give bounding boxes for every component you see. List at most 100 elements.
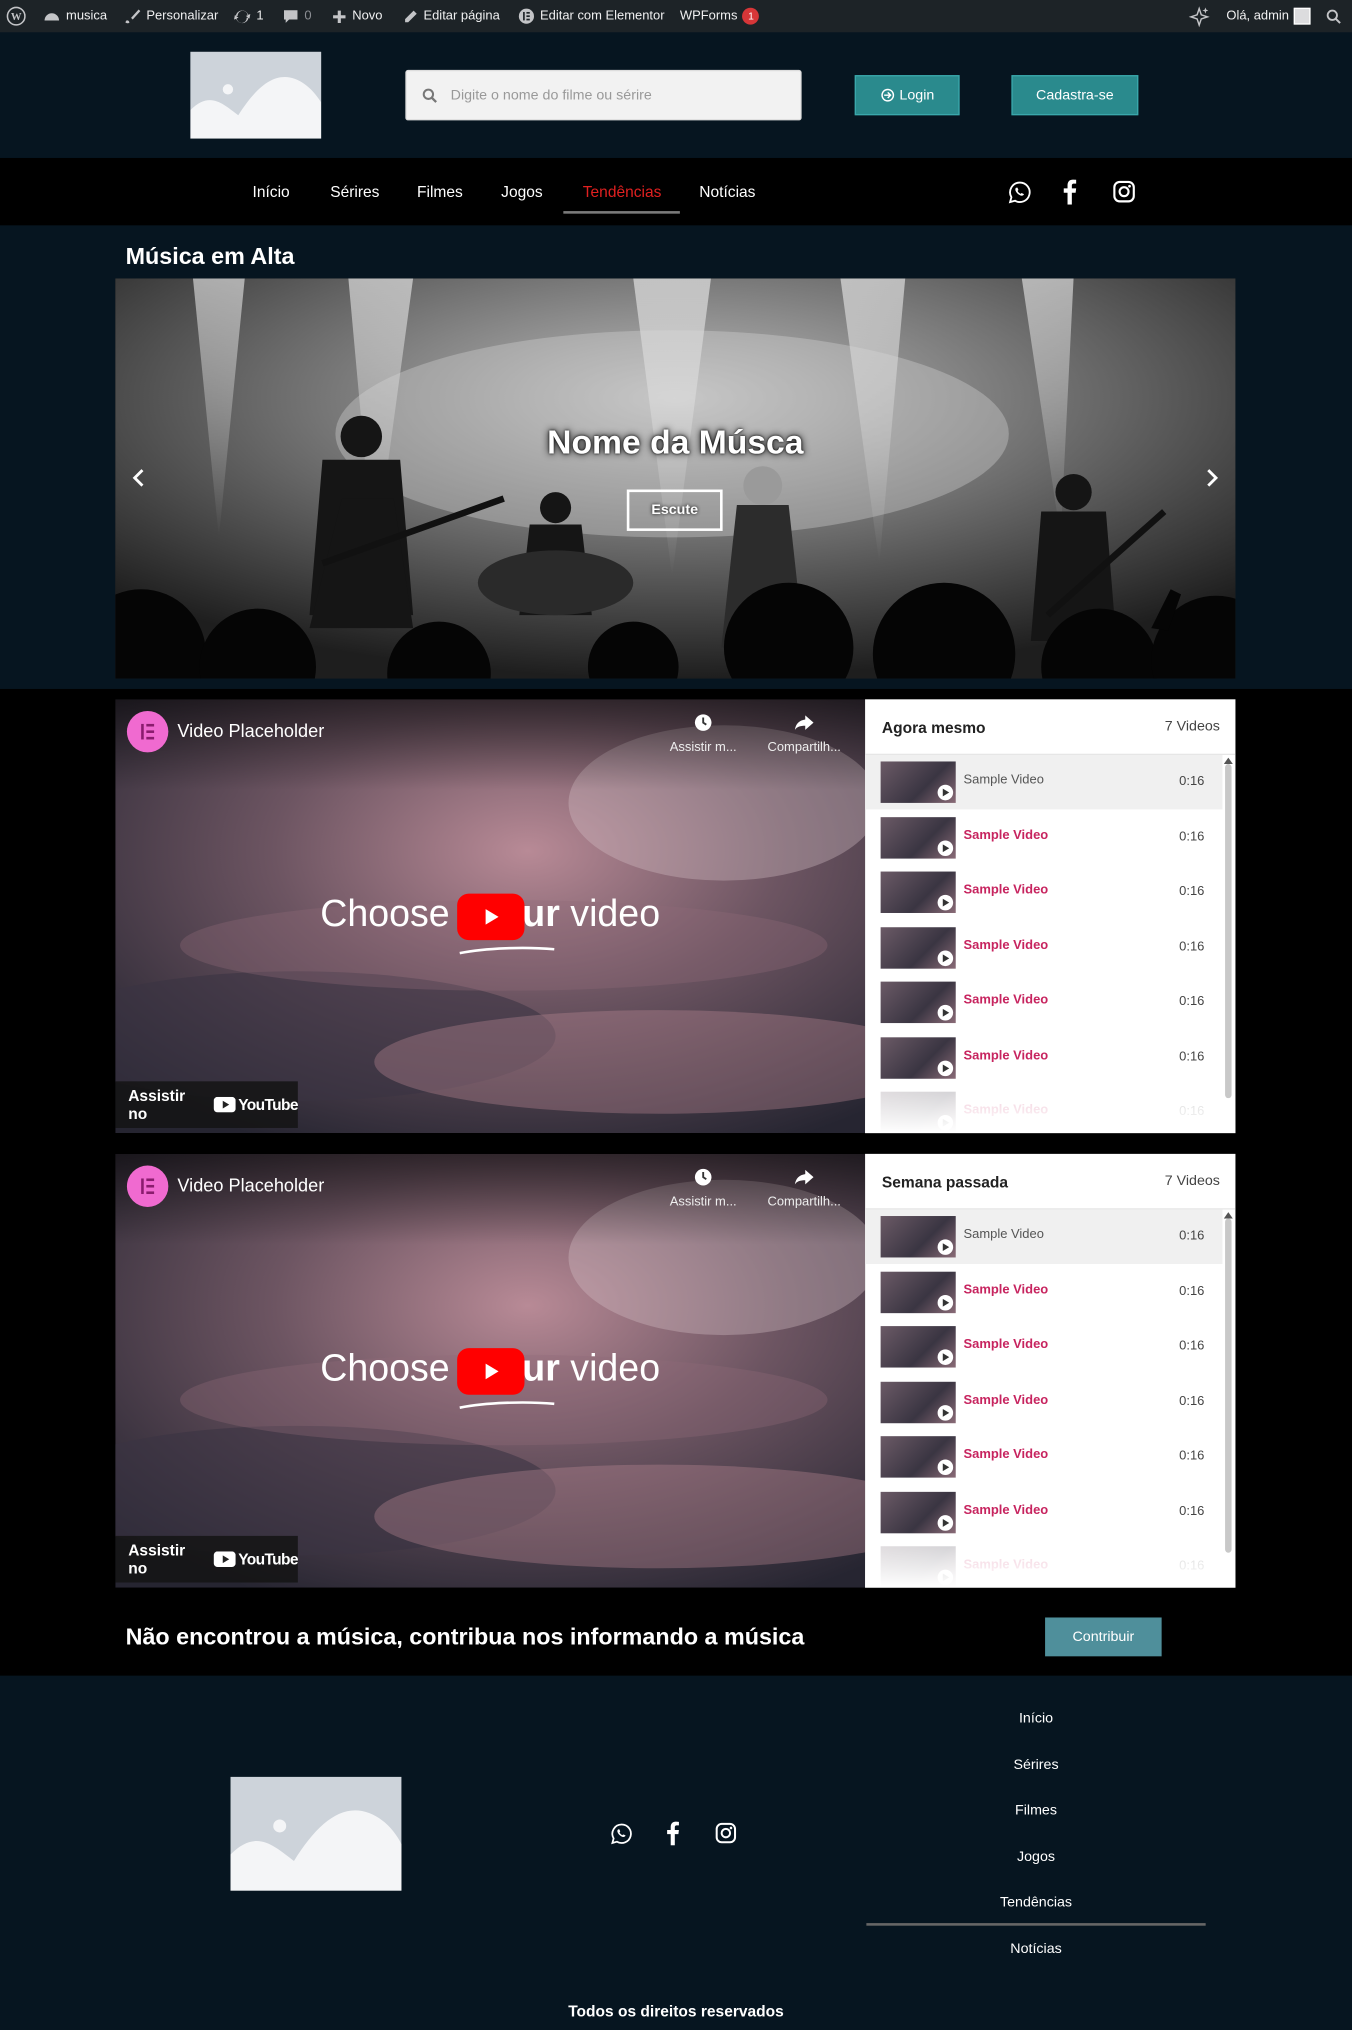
nav-item-serires[interactable]: Sérires xyxy=(330,183,379,201)
ai-sparkle-icon[interactable] xyxy=(1188,0,1210,32)
playlist-item[interactable]: Sample Video 0:16 xyxy=(865,1430,1222,1484)
contribute-button[interactable]: Contribuir xyxy=(1045,1617,1162,1657)
admin-edit-page-label: Editar página xyxy=(423,9,500,24)
hero-slider: Nome da Músca Escute xyxy=(115,278,1236,679)
slider-prev-icon[interactable] xyxy=(131,468,147,489)
youtube-wordmark: YouTube xyxy=(238,1095,298,1114)
playlist-scrollbar[interactable] xyxy=(1225,1218,1232,1553)
youtube-play-button[interactable] xyxy=(457,1348,525,1395)
playlist-item[interactable]: Sample Video 0:16 xyxy=(865,1375,1222,1429)
playlist-item-thumbnail xyxy=(880,1216,956,1258)
playlist-item[interactable]: Sample Video 0:16 xyxy=(865,1485,1222,1539)
playlist-item-thumbnail xyxy=(880,816,956,858)
admin-updates-link[interactable]: 1 xyxy=(233,0,264,32)
watch-later-button[interactable]: Assistir m... xyxy=(657,1167,750,1210)
share-label: Compartilh... xyxy=(767,740,841,755)
playlist-item[interactable]: Sample Video 0:16 xyxy=(865,1265,1222,1319)
footer-instagram-icon[interactable] xyxy=(715,1822,737,1844)
search-box[interactable] xyxy=(405,69,802,121)
playlist-item-title: Sample Video xyxy=(963,883,1049,898)
concert-photo xyxy=(115,278,1236,679)
playlist-item[interactable]: Sample Video 0:16 xyxy=(865,865,1222,919)
search-input[interactable] xyxy=(450,87,788,103)
nav-item-noticias[interactable]: Notícias xyxy=(699,183,755,201)
playlist-item-duration: 0:16 xyxy=(1179,829,1205,844)
admin-new-link[interactable]: Novo xyxy=(332,0,382,32)
playlist-item-duration: 0:16 xyxy=(1179,1504,1205,1519)
nav-active-underline xyxy=(563,211,680,214)
watch-on-youtube-button[interactable]: Assistir no YouTube xyxy=(115,1535,299,1583)
video-title[interactable]: Video Placeholder xyxy=(177,720,324,741)
footer-menu-inicio[interactable]: Início xyxy=(866,1711,1205,1727)
admin-greeting: Olá, admin xyxy=(1226,9,1290,24)
play-circle-icon xyxy=(937,1059,954,1076)
admin-customize-link[interactable]: Personalizar xyxy=(124,0,218,32)
video-player[interactable]: Video Placeholder Assistir m... Comparti… xyxy=(115,1153,866,1588)
nav-item-jogos[interactable]: Jogos xyxy=(501,183,542,201)
youtube-play-button[interactable] xyxy=(457,893,525,941)
playlist-item-title: Sample Video xyxy=(963,1227,1044,1242)
admin-edit-page-link[interactable]: Editar página xyxy=(403,0,500,32)
instagram-icon[interactable] xyxy=(1112,180,1135,203)
admin-account-link[interactable]: Olá, admin xyxy=(1226,0,1312,32)
playlist-item[interactable]: Sample Video 0:16 xyxy=(865,1320,1222,1374)
brush-icon xyxy=(125,9,141,24)
watch-on-youtube-button[interactable]: Assistir no YouTube xyxy=(115,1081,299,1128)
youtube-logo-icon: YouTube xyxy=(213,1095,299,1114)
share-button[interactable]: Compartilh... xyxy=(758,1167,851,1210)
admin-elementor-link[interactable]: Editar com Elementor xyxy=(518,0,665,32)
playlist-item[interactable]: Sample Video 0:16 xyxy=(865,1030,1222,1084)
admin-site-link[interactable]: musica xyxy=(43,0,107,32)
listen-button[interactable]: Escute xyxy=(626,489,723,531)
playlist-item[interactable]: Sample Video 0:16 xyxy=(865,1209,1223,1264)
elementor-channel-icon[interactable] xyxy=(126,710,169,753)
admin-search-icon[interactable] xyxy=(1326,0,1342,32)
footer-menu-tendencias[interactable]: Tendências xyxy=(866,1895,1205,1911)
playlist-item[interactable]: Sample Video 0:16 xyxy=(865,920,1222,974)
scroll-up-icon[interactable] xyxy=(1223,1212,1233,1219)
admin-wpforms-link[interactable]: WPForms 1 xyxy=(680,0,760,32)
site-logo[interactable] xyxy=(190,51,322,139)
video-title[interactable]: Video Placeholder xyxy=(177,1175,324,1196)
slider-next-icon[interactable] xyxy=(1204,468,1220,489)
scroll-up-icon[interactable] xyxy=(1223,757,1233,765)
video-player[interactable]: Video Placeholder Assistir m... Comparti… xyxy=(115,699,866,1134)
playlist-item-duration: 0:16 xyxy=(1179,1284,1205,1299)
footer-facebook-icon[interactable] xyxy=(664,1821,681,1846)
nav-item-inicio[interactable]: Início xyxy=(253,183,290,201)
dashboard-icon xyxy=(44,12,60,20)
footer-menu-filmes[interactable]: Filmes xyxy=(866,1803,1205,1819)
admin-comments-link[interactable]: 0 xyxy=(282,0,312,32)
elementor-icon xyxy=(518,8,535,24)
facebook-icon[interactable] xyxy=(1061,179,1079,205)
avatar xyxy=(1294,7,1312,25)
play-icon xyxy=(485,1363,499,1380)
footer-whatsapp-icon[interactable] xyxy=(610,1822,633,1845)
playlist-item[interactable]: Sample Video 0:16 xyxy=(865,975,1222,1029)
login-button[interactable]: Login xyxy=(854,75,960,116)
playlist-item-title: Sample Video xyxy=(963,1392,1049,1408)
footer-logo[interactable] xyxy=(230,1776,402,1891)
share-button[interactable]: Compartilh... xyxy=(758,712,851,755)
playlist-item-title: Sample Video xyxy=(963,993,1049,1008)
playlist-scrollbar[interactable] xyxy=(1225,764,1232,1099)
signup-button[interactable]: Cadastra-se xyxy=(1011,75,1139,116)
footer-menu-noticias[interactable]: Notícias xyxy=(866,1941,1205,1957)
play-circle-icon xyxy=(937,784,954,801)
nav-item-tendencias[interactable]: Tendências xyxy=(583,183,662,201)
elementor-channel-icon[interactable] xyxy=(126,1165,169,1207)
whatsapp-icon[interactable] xyxy=(1008,180,1033,205)
footer-menu-jogos[interactable]: Jogos xyxy=(866,1849,1205,1865)
nav-item-filmes[interactable]: Filmes xyxy=(417,183,463,201)
wordpress-logo-icon[interactable]: W xyxy=(6,0,26,32)
playlist-fade xyxy=(865,1538,1236,1588)
footer-menu-serires[interactable]: Sérires xyxy=(866,1757,1205,1773)
playlist-item-duration: 0:16 xyxy=(1179,774,1205,789)
watch-later-button[interactable]: Assistir m... xyxy=(657,712,750,755)
playlist-item-thumbnail xyxy=(880,1271,956,1313)
playlist-item[interactable]: Sample Video 0:16 xyxy=(865,754,1223,810)
playlist-item-thumbnail xyxy=(880,981,956,1024)
video-playlist: Semana passada 7 Videos Sample Video 0:1… xyxy=(865,1153,1236,1588)
play-circle-icon xyxy=(937,1459,954,1476)
playlist-item[interactable]: Sample Video 0:16 xyxy=(865,810,1222,864)
